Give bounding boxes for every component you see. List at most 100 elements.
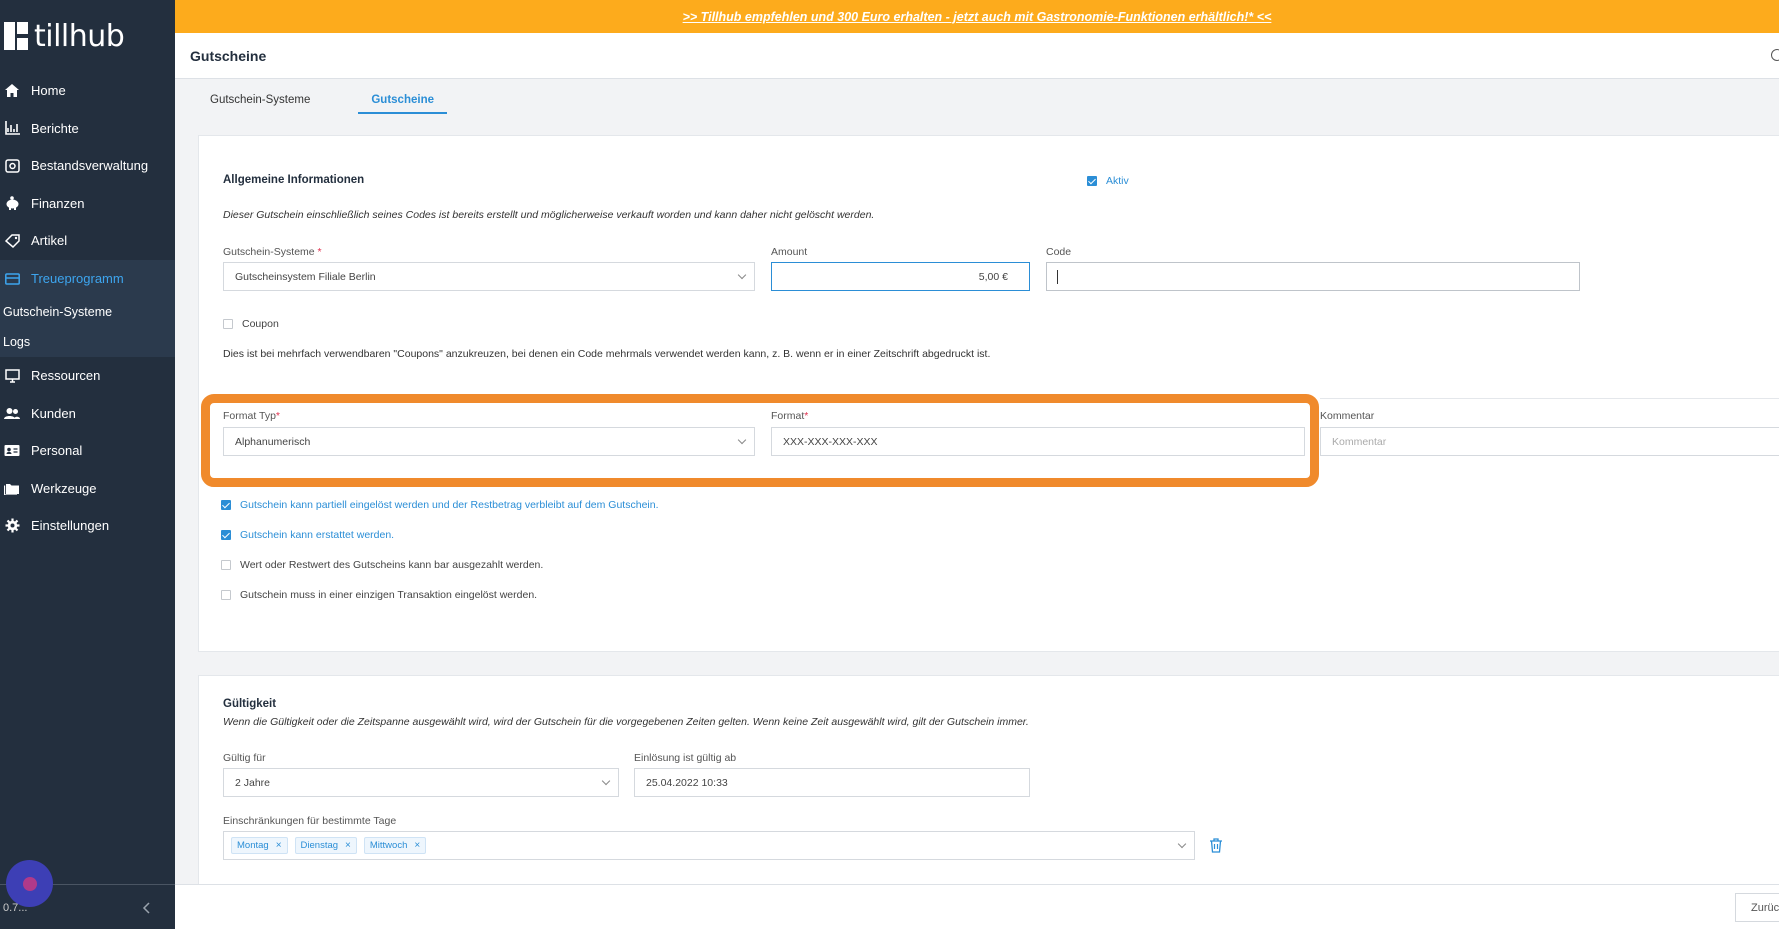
day-tag: Mittwoch ×	[363, 837, 427, 854]
format-type-select[interactable]: Alphanumerisch	[223, 427, 755, 456]
comment-input[interactable]: Kommentar	[1320, 427, 1779, 456]
valid-for-value: 2 Jahre	[235, 776, 271, 789]
sidebar-item-label: Kunden	[31, 405, 76, 421]
sidebar-item-label: Einstellungen	[31, 518, 110, 534]
sidebar-item-einstellungen[interactable]: Einstellungen	[0, 507, 175, 545]
option-single-transaction[interactable]: Gutschein muss in einer einzigen Transak…	[221, 589, 537, 601]
chat-widget-button[interactable]	[6, 860, 53, 907]
sidebar-item-personal[interactable]: Personal	[0, 432, 175, 470]
chevron-down-icon	[1177, 839, 1187, 849]
monitor-icon	[4, 368, 20, 384]
inventory-icon	[4, 158, 20, 174]
day-tag: Dienstag ×	[294, 837, 357, 854]
sidebar-item-berichte[interactable]: Berichte	[0, 110, 175, 148]
format-input[interactable]: XXX-XXX-XXX-XXX	[771, 427, 1305, 456]
sidebar-item-home[interactable]: Home	[0, 72, 175, 110]
chevron-down-icon	[601, 776, 611, 786]
sidebar-item-treueprogramm[interactable]: Treueprogramm	[0, 259, 175, 297]
back-button[interactable]: Zurüc	[1735, 893, 1779, 922]
checkbox-box	[221, 590, 231, 600]
chevron-left-icon	[142, 902, 150, 914]
sidebar-subnav: Gutschein-Systeme Logs	[0, 297, 175, 357]
active-checkbox[interactable]: Aktiv	[1087, 175, 1129, 187]
chart-icon	[4, 120, 20, 136]
valid-for-select[interactable]: 2 Jahre	[223, 768, 619, 797]
chat-icon	[22, 876, 37, 891]
sidebar-item-label: Finanzen	[31, 195, 85, 211]
voucher-system-label: Gutschein-Systeme *	[223, 246, 322, 258]
redeem-from-input[interactable]: 25.04.2022 10:33	[634, 768, 1030, 797]
format-type-label: Format Typ*	[223, 410, 280, 422]
logo[interactable]: tillhub	[0, 0, 175, 72]
help-icon[interactable]	[1771, 49, 1779, 61]
remove-tag-icon[interactable]: ×	[276, 840, 282, 851]
voucher-system-value: Gutscheinsystem Filiale Berlin	[235, 270, 376, 283]
tab-gutscheine[interactable]: Gutscheine	[358, 90, 447, 114]
option-cash-payout[interactable]: Wert oder Restwert des Gutscheins kann b…	[221, 559, 543, 571]
sidebar-item-finanzen[interactable]: Finanzen	[0, 185, 175, 223]
amount-input[interactable]: 5,00 €	[771, 262, 1030, 291]
collapse-sidebar-button[interactable]	[137, 899, 155, 917]
remove-tag-icon[interactable]: ×	[414, 840, 420, 851]
sidebar-item-kunden[interactable]: Kunden	[0, 395, 175, 433]
code-label: Code	[1046, 246, 1072, 258]
text-cursor	[1057, 269, 1058, 284]
sidebar-item-label: Artikel	[31, 233, 68, 249]
option-refundable[interactable]: Gutschein kann erstattet werden.	[221, 529, 394, 541]
tillhub-logo-icon	[4, 22, 28, 50]
piggy-bank-icon	[4, 195, 20, 211]
redeem-from-label: Einlösung ist gültig ab	[634, 752, 737, 764]
general-info-title: Allgemeine Informationen	[223, 174, 365, 186]
amount-value: 5,00 €	[978, 270, 1008, 283]
active-label: Aktiv	[1106, 175, 1129, 187]
day-tag: Montag ×	[231, 837, 288, 854]
voucher-system-select[interactable]: Gutscheinsystem Filiale Berlin	[223, 262, 755, 291]
page-header: Gutscheine	[175, 33, 1779, 79]
sidebar-item-bestandsverwaltung[interactable]: Bestandsverwaltung	[0, 147, 175, 185]
comment-placeholder: Kommentar	[1332, 435, 1387, 448]
option-label: Gutschein muss in einer einzigen Transak…	[240, 589, 538, 601]
code-input[interactable]	[1046, 262, 1580, 291]
validity-title: Gültigkeit	[223, 698, 277, 710]
tag-icon	[4, 233, 20, 249]
checkbox-box	[221, 530, 231, 540]
coupon-label: Coupon	[242, 318, 279, 330]
redeem-from-value: 25.04.2022 10:33	[646, 776, 728, 789]
sidebar-subitem-gutschein-systeme[interactable]: Gutschein-Systeme	[0, 297, 175, 327]
sidebar: tillhub Home Berichte Bestandsverwaltung…	[0, 0, 175, 929]
page-footer	[175, 884, 1779, 929]
coupon-hint: Dies ist bei mehrfach verwendbaren "Coup…	[223, 348, 991, 360]
sidebar-item-label: Werkzeuge	[31, 480, 97, 496]
sidebar-item-werkzeuge[interactable]: Werkzeuge	[0, 470, 175, 508]
sidebar-subitem-logs[interactable]: Logs	[0, 327, 175, 357]
sidebar-item-label: Bestandsverwaltung	[31, 158, 149, 174]
coupon-checkbox[interactable]: Coupon	[223, 318, 279, 330]
checkbox-box	[1087, 176, 1097, 186]
format-label: Format*	[771, 410, 809, 422]
format-value: XXX-XXX-XXX-XXX	[783, 435, 878, 448]
option-partial-redeem[interactable]: Gutschein kann partiell eingelöst werden…	[221, 499, 659, 511]
home-icon	[4, 83, 20, 99]
checkbox-box	[221, 560, 231, 570]
format-type-value: Alphanumerisch	[235, 435, 311, 448]
gear-icon	[4, 518, 20, 534]
promo-link[interactable]: >> Tillhub empfehlen und 300 Euro erhalt…	[683, 10, 1272, 24]
page-title: Gutscheine	[190, 47, 267, 64]
tab-gutschein-systeme[interactable]: Gutschein-Systeme	[210, 90, 310, 114]
gift-card-icon	[4, 270, 20, 286]
sidebar-item-label: Personal	[31, 443, 83, 459]
amount-label: Amount	[771, 246, 808, 258]
restricted-days-select[interactable]: Montag × Dienstag × Mittwoch ×	[223, 831, 1195, 860]
day-tag-label: Dienstag	[300, 840, 339, 851]
general-info-note: Dieser Gutschein einschließlich seines C…	[223, 209, 875, 221]
day-tag-label: Montag	[237, 840, 269, 851]
sidebar-item-artikel[interactable]: Artikel	[0, 222, 175, 260]
remove-tag-icon[interactable]: ×	[345, 840, 351, 851]
chevron-down-icon	[737, 270, 747, 280]
sidebar-item-label: Treueprogramm	[31, 270, 124, 286]
restrictions-label: Einschränkungen für bestimmte Tage	[223, 815, 397, 827]
trash-icon[interactable]	[1209, 838, 1223, 853]
id-card-icon	[4, 443, 20, 459]
sidebar-item-ressourcen[interactable]: Ressourcen	[0, 357, 175, 395]
promo-banner: >> Tillhub empfehlen und 300 Euro erhalt…	[175, 0, 1779, 33]
